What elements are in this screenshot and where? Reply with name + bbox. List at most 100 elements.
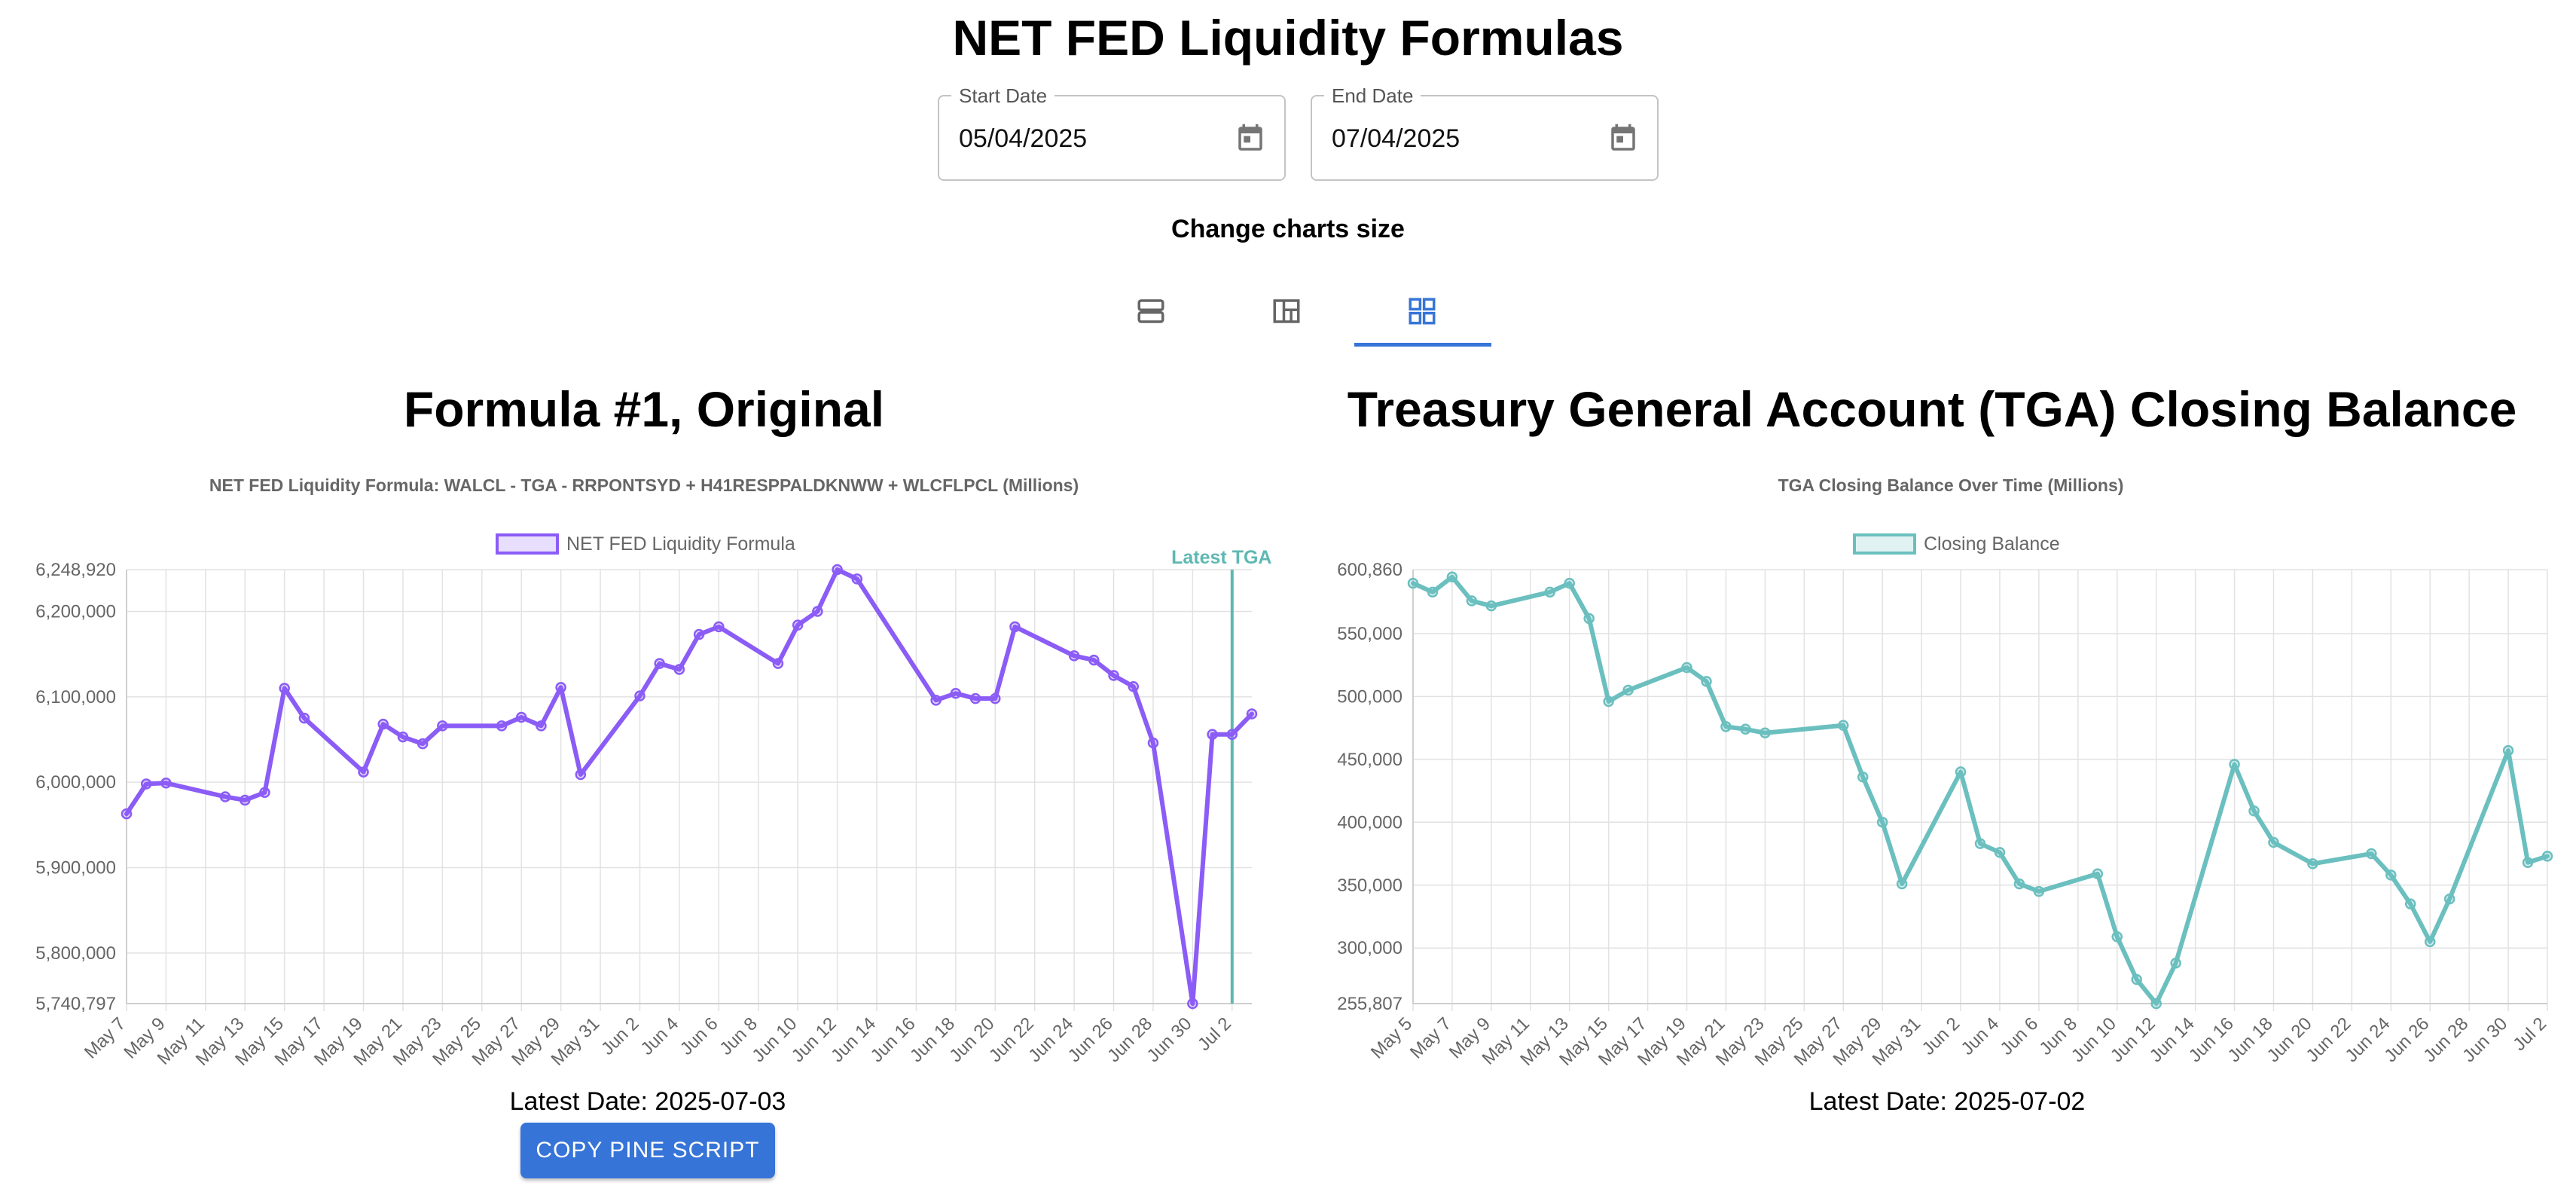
tga-latest-date: Latest Date: 2025-07-02: [1808, 1087, 2086, 1116]
data-point: [2268, 836, 2279, 848]
x-tick-label: Jun 16: [867, 1013, 920, 1066]
x-tick-label: Jun 26: [1064, 1013, 1117, 1066]
active-tab-indicator: [1354, 343, 1491, 347]
y-tick-label: 400,000: [1337, 812, 1402, 833]
end-date-field[interactable]: End Date 07/04/2025: [1311, 84, 1659, 181]
y-tick-label: 600,860: [1337, 560, 1402, 580]
data-point: [1128, 680, 1139, 692]
data-point: [634, 690, 646, 701]
data-point: [160, 778, 172, 789]
data-point: [2092, 868, 2104, 879]
view-stream-icon: [1137, 299, 1164, 323]
data-point: [1955, 766, 1967, 778]
calendar-icon[interactable]: [1235, 122, 1266, 155]
data-point: [1485, 600, 1497, 612]
data-point: [1740, 723, 1751, 735]
y-tick-label: 6,248,920: [35, 560, 116, 580]
data-point: [417, 738, 429, 750]
data-point: [575, 769, 587, 781]
x-tick-label: May 5: [1367, 1013, 1416, 1062]
start-date-value[interactable]: 05/04/2025: [959, 96, 1087, 181]
data-point: [1701, 676, 1712, 687]
x-tick-label: Jun 20: [945, 1013, 998, 1066]
data-point: [2170, 958, 2181, 969]
x-tick-label: May 7: [1406, 1013, 1455, 1062]
tab-mixed-layout[interactable]: [1219, 279, 1354, 347]
x-tick-label: Jul 2: [2509, 1013, 2550, 1055]
data-point: [279, 683, 290, 694]
data-point: [1187, 998, 1198, 1010]
data-point: [2111, 931, 2123, 943]
end-date-value[interactable]: 07/04/2025: [1332, 96, 1460, 181]
data-point: [2502, 744, 2514, 756]
grid-view-icon: [1409, 298, 1436, 325]
data-point: [1246, 708, 1258, 720]
data-point: [2404, 898, 2416, 910]
data-point: [2424, 936, 2436, 948]
data-point: [2229, 759, 2240, 770]
data-point: [812, 606, 823, 617]
start-date-field[interactable]: Start Date 05/04/2025: [938, 84, 1286, 181]
tab-grid-layout[interactable]: [1354, 279, 1490, 347]
x-tick-label: Jul 2: [1194, 1013, 1235, 1055]
data-point: [1583, 613, 1595, 625]
y-tick-label: 350,000: [1337, 876, 1402, 896]
data-point: [536, 720, 547, 732]
tga-closing-balance-chart: TGA Closing Balance Over Time (Millions)…: [1337, 475, 2553, 1070]
data-point: [2522, 857, 2534, 868]
data-point: [1994, 847, 2006, 858]
copy-pine-script-button[interactable]: COPY PINE SCRIPT: [520, 1123, 775, 1178]
data-point: [298, 712, 310, 724]
data-point: [1427, 586, 1439, 598]
y-tick-label: 5,800,000: [35, 943, 116, 964]
data-point: [1622, 684, 1634, 696]
data-point: [121, 808, 133, 820]
x-tick-label: Jun 28: [1103, 1013, 1156, 1066]
chart-title: TGA Closing Balance Over Time (Millions): [1778, 475, 2124, 495]
tga-section-title: Treasury General Account (TGA) Closing B…: [1347, 381, 2517, 437]
data-point: [1088, 654, 1100, 666]
data-point: [2150, 998, 2162, 1010]
data-point: [1407, 577, 1419, 589]
legend-label: NET FED Liquidity Formula: [566, 533, 795, 555]
data-point: [1544, 586, 1556, 598]
data-point: [693, 628, 705, 640]
data-point: [2385, 869, 2397, 881]
y-tick-label: 450,000: [1337, 750, 1402, 770]
data-point: [358, 766, 369, 778]
tab-full-width-layout[interactable]: [1083, 279, 1219, 347]
data-point: [2541, 851, 2553, 862]
y-tick-label: 500,000: [1337, 686, 1402, 707]
data-point: [1837, 720, 1849, 732]
data-point: [772, 658, 784, 669]
data-point: [713, 621, 725, 633]
x-tick-label: Jun 4: [1958, 1013, 2004, 1059]
data-point: [673, 664, 685, 675]
data-point: [2443, 893, 2455, 905]
x-tick-label: Jun 6: [1997, 1013, 2043, 1059]
x-tick-label: Jun 6: [676, 1013, 722, 1059]
data-point: [219, 791, 231, 802]
x-tick-label: May 7: [81, 1013, 130, 1062]
data-point: [1603, 695, 1614, 707]
chart-legend: Closing Balance: [1853, 533, 2060, 555]
y-tick-label: 6,000,000: [35, 772, 116, 793]
x-tick-label: Jun 18: [906, 1013, 959, 1066]
legend-swatch: [1853, 533, 1916, 555]
y-tick-label: 5,740,797: [35, 994, 116, 1014]
data-point: [1009, 621, 1021, 633]
y-tick-label: 5,900,000: [35, 858, 116, 879]
legend-label: Closing Balance: [1924, 533, 2060, 555]
data-point: [437, 720, 448, 732]
data-point: [1446, 571, 1458, 583]
x-tick-label: Jun 30: [1143, 1013, 1196, 1066]
data-point: [1857, 771, 1869, 783]
data-point: [1896, 878, 1908, 890]
data-point: [1068, 650, 1080, 662]
x-tick-label: Jun 2: [1918, 1013, 1964, 1059]
data-point: [1108, 670, 1119, 681]
net-fed-liquidity-chart: NET FED Liquidity Formula: WALCL - TGA -…: [35, 475, 1271, 1070]
page-title: NET FED Liquidity Formulas: [952, 10, 1624, 66]
calendar-icon[interactable]: [1607, 122, 1639, 155]
data-point: [555, 682, 566, 693]
